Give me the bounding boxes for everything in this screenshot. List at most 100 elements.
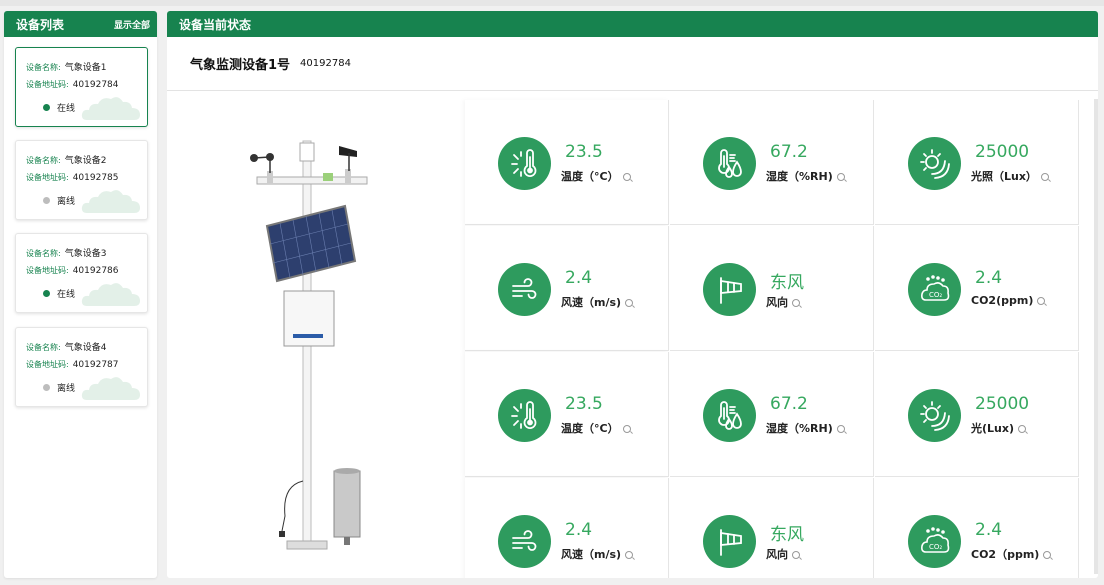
cloud-icon	[81, 377, 140, 400]
device-name: 气象设备3	[64, 249, 107, 259]
sun-icon	[919, 148, 950, 179]
current-device-name: 气象监测设备1号	[190, 58, 291, 73]
sensor-card[interactable]: 2.4 风速（m/s)	[465, 226, 669, 351]
status-text: 离线	[57, 384, 76, 394]
search-icon[interactable]	[1043, 551, 1052, 559]
device-card[interactable]: 设备名称: 气象设备1 设备地址码: 40192784 在线	[15, 47, 148, 127]
sensor-card[interactable]: CO₂ 2.4 CO2(ppm)	[875, 226, 1079, 351]
device-card[interactable]: 设备名称: 气象设备4 设备地址码: 40192787 离线	[15, 327, 148, 407]
device-status-panel: 设备当前状态 气象监测设备1号 40192784 23.5 温度（°C） 67.…	[167, 11, 1098, 578]
vertical-scrollbar[interactable]	[1094, 99, 1098, 574]
device-addr: 40192785	[72, 173, 119, 183]
device-list-header: 设备列表 显示全部	[4, 11, 157, 37]
sensor-value: 67.2	[770, 142, 808, 162]
sensor-value: 25000	[975, 142, 1030, 162]
thermometer-icon	[510, 148, 536, 177]
device-status: 在线	[43, 287, 75, 300]
search-icon[interactable]	[1037, 297, 1046, 305]
device-name: 气象设备4	[64, 343, 107, 353]
search-icon[interactable]	[622, 425, 631, 433]
show-all-link[interactable]: 显示全部	[114, 18, 150, 31]
sensor-label: CO2（ppm)	[971, 548, 1040, 561]
device-card[interactable]: 设备名称: 气象设备3 设备地址码: 40192786 在线	[15, 233, 148, 313]
device-status: 离线	[43, 381, 75, 394]
device-addr-label: 设备地址码:	[26, 360, 69, 369]
sensor-label: 湿度（%RH)	[766, 170, 833, 183]
sensor-value: 23.5	[565, 142, 603, 162]
device-name-label: 设备名称:	[26, 249, 61, 258]
status-dot	[43, 104, 50, 111]
cloud-icon	[81, 283, 140, 306]
device-addr-label: 设备地址码:	[26, 266, 69, 275]
device-name-label: 设备名称:	[26, 63, 61, 72]
sensor-value: 67.2	[770, 394, 808, 414]
sensor-card[interactable]: 23.5 温度（°C）	[465, 352, 669, 477]
device-list-title: 设备列表	[16, 17, 65, 32]
windsock-icon	[719, 528, 742, 556]
sensor-value: 2.4	[565, 520, 593, 540]
current-device-addr: 40192784	[300, 58, 351, 69]
device-name-label: 设备名称:	[26, 343, 61, 352]
top-divider	[0, 0, 1104, 6]
sensor-grid: 23.5 温度（°C） 67.2 湿度（%RH) 25000 光照（Lux） 2…	[465, 100, 1080, 578]
sensor-value: 2.4	[975, 268, 1003, 288]
sensor-card[interactable]: 67.2 湿度（%RH)	[670, 100, 874, 225]
thermometer-icon	[510, 400, 536, 429]
search-icon[interactable]	[625, 299, 634, 307]
status-dot	[43, 197, 50, 204]
status-panel-header: 设备当前状态	[167, 11, 1098, 37]
sensor-card[interactable]: 东风 风向	[670, 226, 874, 351]
search-icon[interactable]	[1040, 173, 1049, 181]
wind-icon	[511, 529, 536, 551]
device-addr-label: 设备地址码:	[26, 173, 69, 182]
sensor-label: 光(Lux)	[971, 422, 1014, 435]
device-card[interactable]: 设备名称: 气象设备2 设备地址码: 40192785 离线	[15, 140, 148, 220]
svg-text:CO₂: CO₂	[929, 543, 942, 551]
search-icon[interactable]	[625, 551, 634, 559]
sensor-label: 风速（m/s)	[561, 296, 622, 309]
device-name: 气象设备2	[64, 156, 107, 166]
search-icon[interactable]	[1018, 425, 1026, 433]
device-status: 离线	[43, 194, 75, 207]
sensor-label: CO2(ppm)	[971, 294, 1034, 307]
sensor-card[interactable]: 东风 风向	[670, 478, 874, 578]
status-text: 在线	[57, 104, 76, 114]
sensor-value: 东风	[770, 525, 804, 545]
status-text: 在线	[57, 290, 76, 300]
sensor-value: 25000	[975, 394, 1030, 414]
sensor-card[interactable]: 2.4 风速（m/s)	[465, 478, 669, 578]
search-icon[interactable]	[622, 173, 631, 181]
device-status: 在线	[43, 101, 75, 114]
device-addr: 40192784	[72, 80, 119, 90]
windsock-icon	[719, 276, 742, 304]
status-text: 离线	[57, 197, 76, 207]
sensor-label: 光照（Lux）	[971, 170, 1037, 183]
device-addr-label: 设备地址码:	[26, 80, 69, 89]
sensor-label: 温度（°C）	[561, 170, 619, 183]
device-name-label: 设备名称:	[26, 156, 61, 165]
sensor-card[interactable]: 25000 光照（Lux）	[875, 100, 1079, 225]
humidity-icon	[717, 148, 742, 178]
search-icon[interactable]	[836, 425, 845, 433]
device-addr: 40192786	[72, 266, 119, 276]
weather-station-image	[250, 140, 368, 550]
sensor-value: 2.4	[975, 520, 1003, 540]
device-list-panel: 设备列表 显示全部 设备名称: 气象设备1 设备地址码: 40192784 在线 设…	[4, 11, 157, 578]
sensor-card[interactable]: 23.5 温度（°C）	[465, 100, 669, 225]
sensor-card[interactable]: CO₂ 2.4 CO2（ppm)	[875, 478, 1079, 578]
search-icon[interactable]	[792, 299, 800, 307]
cloud-icon	[81, 190, 140, 213]
sensor-value: 东风	[770, 273, 804, 293]
device-addr: 40192787	[72, 360, 119, 370]
sensor-value: 2.4	[565, 268, 593, 288]
sensor-card[interactable]: 67.2 湿度（%RH)	[670, 352, 874, 477]
device-info-bar: 气象监测设备1号 40192784	[167, 37, 1098, 91]
sensor-label: 风速（m/s)	[561, 548, 622, 561]
search-icon[interactable]	[836, 173, 845, 181]
sensor-label: 湿度（%RH)	[766, 422, 833, 435]
sun-icon	[919, 400, 950, 431]
status-dot	[43, 384, 50, 391]
sensor-card[interactable]: 25000 光(Lux)	[875, 352, 1079, 477]
search-icon[interactable]	[792, 551, 800, 559]
sensor-label: 风向	[766, 296, 788, 309]
